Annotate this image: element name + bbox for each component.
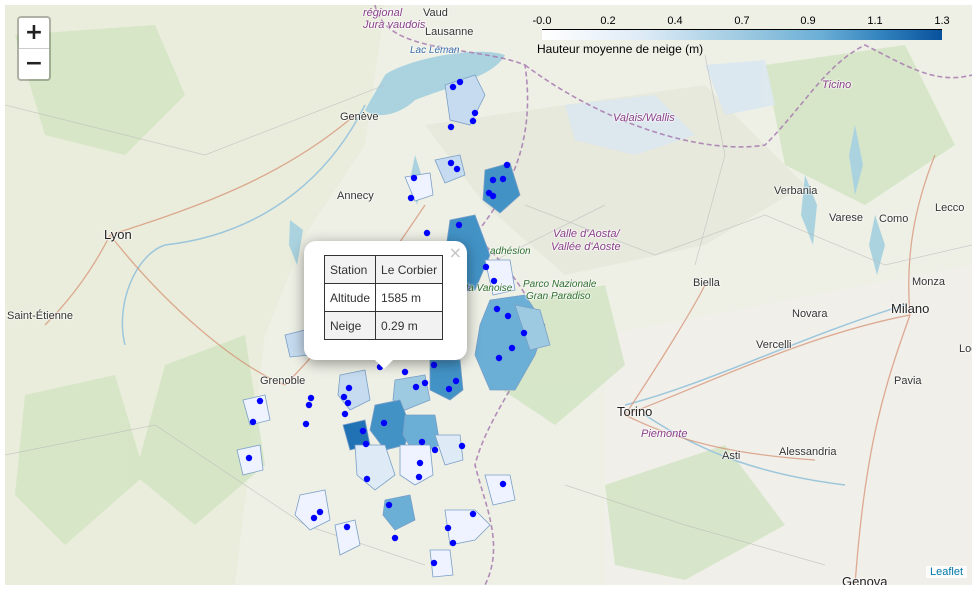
legend-caption: Hauteur moyenne de neige (m) [537,42,704,56]
table-row: Altitude 1585 m [323,283,444,312]
label-varese: Varese [829,212,864,224]
popup-value-altitude: 1585 m [375,283,444,312]
legend-tick: 0.4 [667,15,683,27]
popup-tip [373,358,395,369]
attribution-link[interactable]: Leaflet [925,566,967,578]
label-geneve: Genève [340,111,379,123]
label-vaud: Vaud [423,7,448,19]
label-valais: Valais/Wallis [613,112,675,124]
label-verbania: Verbania [774,185,818,197]
label-torino: Torino [617,404,653,419]
popup-close-button[interactable]: × [449,243,462,262]
legend-tick: 0.9 [800,15,816,27]
label-ticino: Ticino [822,79,852,91]
zoom-in-button[interactable]: + [19,18,49,48]
legend-tick: 1.1 [867,15,883,27]
label-biella: Biella [693,277,720,289]
popup-key-neige: Neige [323,311,377,340]
label-milano: Milano [891,301,930,316]
zoom-out-button[interactable]: − [19,48,49,79]
table-row: Neige 0.29 m [323,311,444,340]
label-saint-etienne: Saint-Étienne [7,310,74,322]
label-asti: Asti [722,450,741,462]
label-lodi: Lodi [959,343,972,355]
legend-ticks: -0.0 0.2 0.4 0.7 0.9 1.1 1.3 [533,15,950,29]
map-base-layer [5,5,972,585]
label-vercelli: Vercelli [756,339,792,351]
popup-value-station: Le Corbier [375,255,444,284]
label-annecy: Annecy [337,190,374,202]
label-genova: Genova [842,574,888,585]
label-vallee-aoste: Vallée d'Aoste [551,241,621,253]
popup-key-altitude: Altitude [323,283,377,312]
label-pavia: Pavia [894,375,922,387]
legend-tick: -0.0 [532,15,552,27]
label-vanoise: la Vanoise [466,283,513,294]
label-valle-aosta: Valle d'Aosta/ [553,228,620,240]
popup-table: Station Le Corbier Altitude 1585 m Neige… [323,255,444,340]
label-lac-leman: Lac Léman [410,45,460,56]
label-alessandria: Alessandria [779,446,837,458]
label-novara: Novara [792,308,828,320]
label-lausanne: Lausanne [425,26,474,38]
legend: -0.0 0.2 0.4 0.7 0.9 1.1 1.3 Hauteur moy… [533,15,950,56]
label-piemonte: Piemonte [641,428,688,440]
legend-color-bar [542,29,942,40]
legend-tick: 0.7 [734,15,750,27]
map-canvas[interactable]: Vaud régional Jura vaudois Lausanne Lac … [5,5,972,585]
label-gran-paradiso: Gran Paradiso [526,291,591,302]
label-grenoble: Grenoble [260,375,306,387]
station-popup: × Station Le Corbier Altitude 1585 m Nei… [304,241,467,369]
table-row: Station Le Corbier [323,255,444,284]
label-lecco: Lecco [935,202,965,214]
label-como: Como [879,213,909,225]
popup-value-neige: 0.29 m [375,311,444,340]
popup-key-station: Station [323,255,377,284]
label-adhesion: adhésion [490,246,531,257]
zoom-control: + − [17,16,51,81]
label-lyon: Lyon [104,227,132,242]
label-monza: Monza [912,276,946,288]
label-jura: régional Jura vaudois [363,7,426,31]
legend-tick: 0.2 [600,15,616,27]
label-parco: Parco Nazionale [523,279,597,290]
legend-tick: 1.3 [934,15,950,27]
